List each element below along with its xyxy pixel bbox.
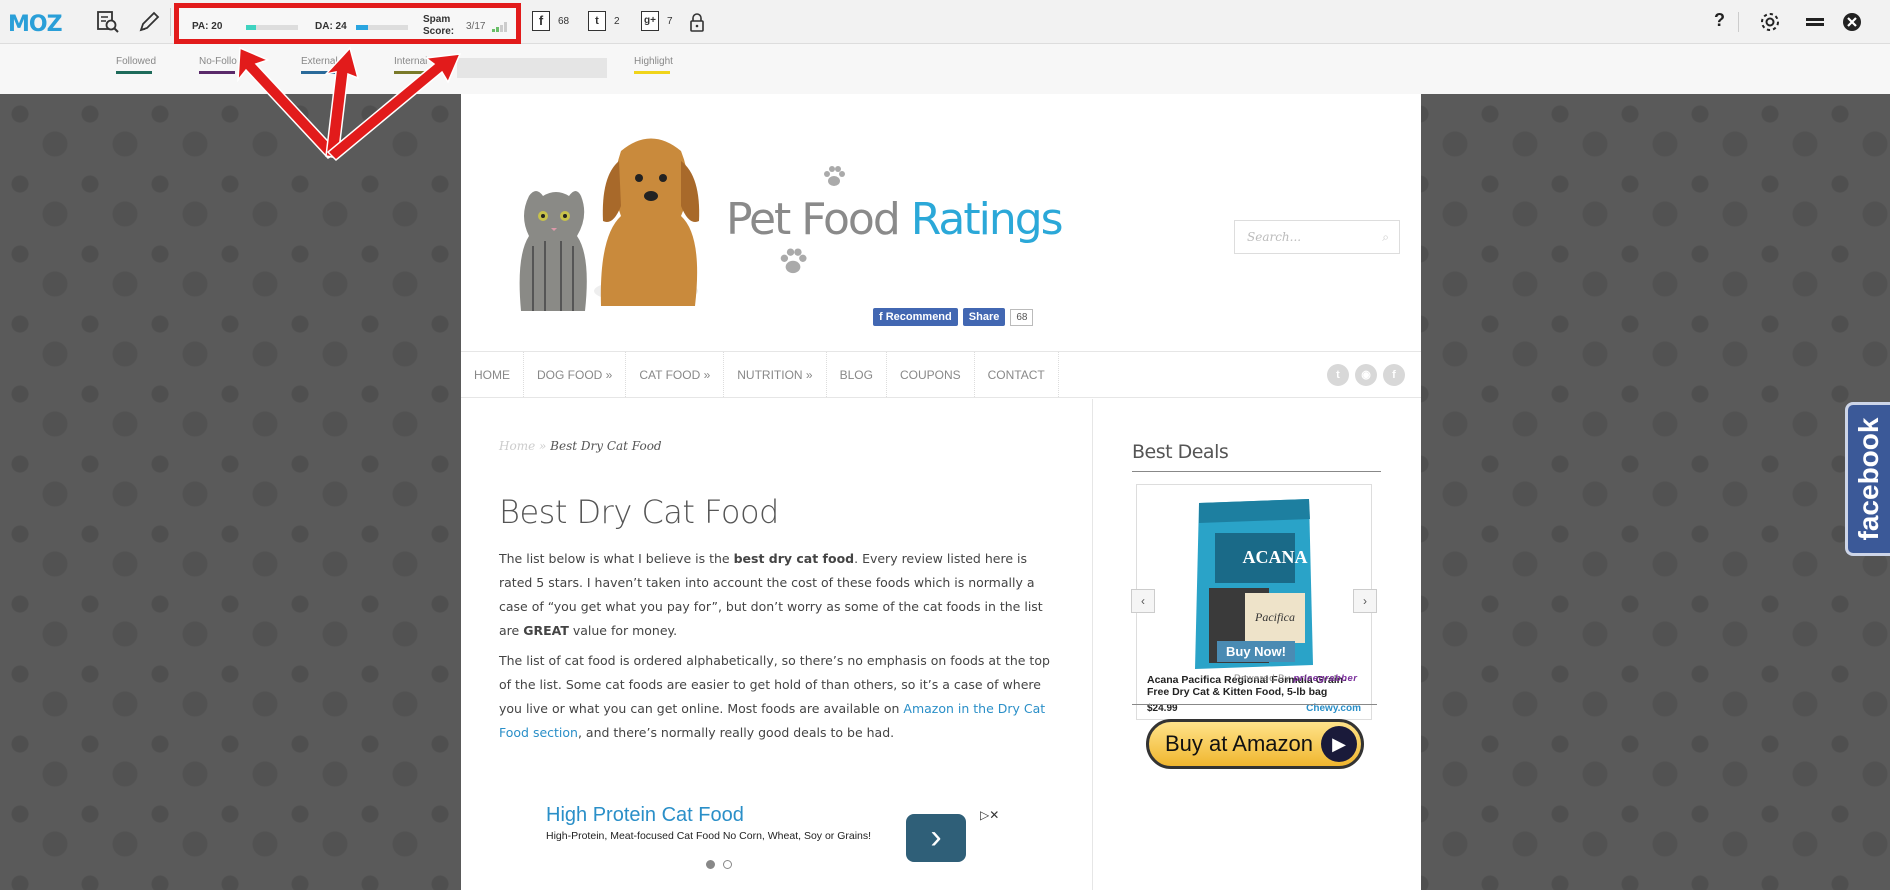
nav-home[interactable]: HOME bbox=[461, 352, 524, 397]
search-icon[interactable]: ⌕ bbox=[1382, 230, 1389, 245]
facebook-recommend-count: 68 bbox=[1010, 308, 1034, 326]
facebook-share-button[interactable]: Share bbox=[962, 308, 1006, 326]
svg-text:Pacifica: Pacifica bbox=[1254, 610, 1295, 624]
page-analysis-icon[interactable] bbox=[96, 10, 120, 34]
spam-score-value: 3/17 bbox=[466, 21, 486, 32]
domain-authority-label[interactable]: DA: 24 bbox=[315, 21, 347, 32]
twitter-icon: t bbox=[588, 11, 606, 31]
nav-blog[interactable]: BLOG bbox=[827, 352, 887, 397]
buy-at-amazon-button[interactable]: Buy at Amazon ▶ bbox=[1146, 719, 1364, 769]
nav-nutrition[interactable]: NUTRITION » bbox=[724, 352, 827, 397]
toolbar-divider bbox=[170, 8, 171, 36]
facebook-icon: f bbox=[532, 11, 550, 31]
carousel-dot[interactable] bbox=[723, 860, 732, 869]
mozbar-toolbar: MOZ PA: 20 DA: 24 Spam Score: 3/17 f 68 … bbox=[0, 0, 1890, 44]
paw-print-icon bbox=[821, 164, 847, 195]
sidebar: Best Deals ACANA Pacifica ‹ › Acana Paci… bbox=[1131, 399, 1381, 769]
article-content: Home » Best Dry Cat Food Best Dry Cat Fo… bbox=[461, 399, 1093, 890]
intro-paragraph: The list below is what I believe is the … bbox=[499, 551, 1043, 638]
nav-social-links: t ◉ f bbox=[1327, 364, 1405, 386]
site-header: Pet Food Ratings Search... ⌕ f Recommend… bbox=[461, 94, 1421, 352]
settings-gear-icon[interactable] bbox=[1758, 10, 1782, 34]
cat-and-dog-image bbox=[481, 116, 721, 321]
facebook-icon[interactable]: f bbox=[1383, 364, 1405, 386]
nav-contact[interactable]: CONTACT bbox=[975, 352, 1059, 397]
facebook-side-tab[interactable]: facebook bbox=[1845, 402, 1890, 556]
moz-logo[interactable]: MOZ bbox=[8, 12, 63, 37]
legend-followed[interactable]: Followed bbox=[116, 56, 156, 74]
facebook-share-count[interactable]: f 68 bbox=[532, 11, 569, 31]
facebook-recommend-widget: f Recommend Share 68 bbox=[873, 308, 1034, 326]
minimize-bar-icon[interactable] bbox=[1803, 10, 1827, 34]
advertisement[interactable]: High Protein Cat Food High-Protein, Meat… bbox=[546, 804, 1006, 884]
twitter-icon[interactable]: t bbox=[1327, 364, 1349, 386]
nav-dog-food[interactable]: DOG FOOD » bbox=[524, 352, 627, 397]
carousel-prev-button[interactable]: ‹ bbox=[1131, 589, 1155, 613]
pricegrabber-widget: ACANA Pacifica ‹ › Acana Pacifica Region… bbox=[1131, 484, 1377, 720]
link-highlight-legend: Followed No-Follo External Internal High… bbox=[0, 44, 1890, 94]
svg-text:ACANA: ACANA bbox=[1243, 547, 1308, 567]
highlighter-pencil-icon[interactable] bbox=[137, 10, 161, 34]
website-content: Pet Food Ratings Search... ⌕ f Recommend… bbox=[461, 94, 1421, 890]
sidebar-title: Best Deals bbox=[1132, 441, 1381, 472]
nav-cat-food[interactable]: CAT FOOD » bbox=[626, 352, 725, 397]
play-arrow-icon: ▶ bbox=[1321, 726, 1357, 762]
carousel-dot-active[interactable] bbox=[706, 860, 715, 869]
nav-coupons[interactable]: COUPONS bbox=[887, 352, 975, 397]
twitter-share-count[interactable]: t 2 bbox=[588, 11, 620, 31]
breadcrumb-home-link[interactable]: Home bbox=[499, 439, 535, 453]
site-logo[interactable]: Pet Food Ratings bbox=[726, 194, 1064, 245]
close-icon[interactable] bbox=[1840, 10, 1864, 34]
legend-highlight[interactable]: Highlight bbox=[634, 56, 673, 74]
lock-icon[interactable] bbox=[689, 12, 705, 32]
ad-arrow-button[interactable]: › bbox=[906, 814, 966, 862]
page-authority-label[interactable]: PA: 20 bbox=[192, 21, 222, 32]
domain-authority-bar bbox=[356, 25, 408, 30]
googleplus-icon: g+ bbox=[641, 11, 659, 31]
powered-by-pricegrabber[interactable]: Powered By pricegrabber bbox=[1234, 673, 1357, 684]
legend-nofollow[interactable]: No-Follo bbox=[199, 56, 237, 74]
legend-external[interactable]: External bbox=[301, 56, 338, 74]
spam-score-label[interactable]: Spam Score: bbox=[423, 14, 454, 38]
toolbar-divider bbox=[1738, 12, 1739, 32]
site-search-input[interactable]: Search... ⌕ bbox=[1234, 220, 1400, 254]
legend-internal[interactable]: Internal bbox=[394, 56, 430, 74]
ad-choices-close-icon[interactable]: ▷✕ bbox=[980, 808, 999, 822]
page-title: Best Dry Cat Food bbox=[499, 493, 779, 531]
second-paragraph: The list of cat food is ordered alphabet… bbox=[499, 653, 1050, 740]
carousel-next-button[interactable]: › bbox=[1353, 589, 1377, 613]
main-navigation: HOME DOG FOOD » CAT FOOD » NUTRITION » B… bbox=[461, 352, 1421, 398]
highlight-keyword-input[interactable] bbox=[457, 58, 607, 78]
spam-score-bars-icon bbox=[492, 19, 508, 37]
googleplus-share-count[interactable]: g+ 7 bbox=[641, 11, 673, 31]
sidebar-divider bbox=[1132, 704, 1377, 705]
rss-icon[interactable]: ◉ bbox=[1355, 364, 1377, 386]
metrics-highlight-box: PA: 20 DA: 24 Spam Score: 3/17 bbox=[174, 3, 521, 44]
ad-carousel-dots bbox=[706, 860, 732, 869]
facebook-recommend-button[interactable]: f Recommend bbox=[873, 308, 958, 326]
help-icon[interactable]: ? bbox=[1714, 10, 1725, 31]
page-authority-bar bbox=[246, 25, 298, 30]
paw-print-icon bbox=[777, 246, 809, 283]
breadcrumb: Home » Best Dry Cat Food bbox=[499, 439, 662, 453]
breadcrumb-current: Best Dry Cat Food bbox=[550, 439, 662, 453]
buy-now-button[interactable]: Buy Now! bbox=[1217, 641, 1295, 662]
